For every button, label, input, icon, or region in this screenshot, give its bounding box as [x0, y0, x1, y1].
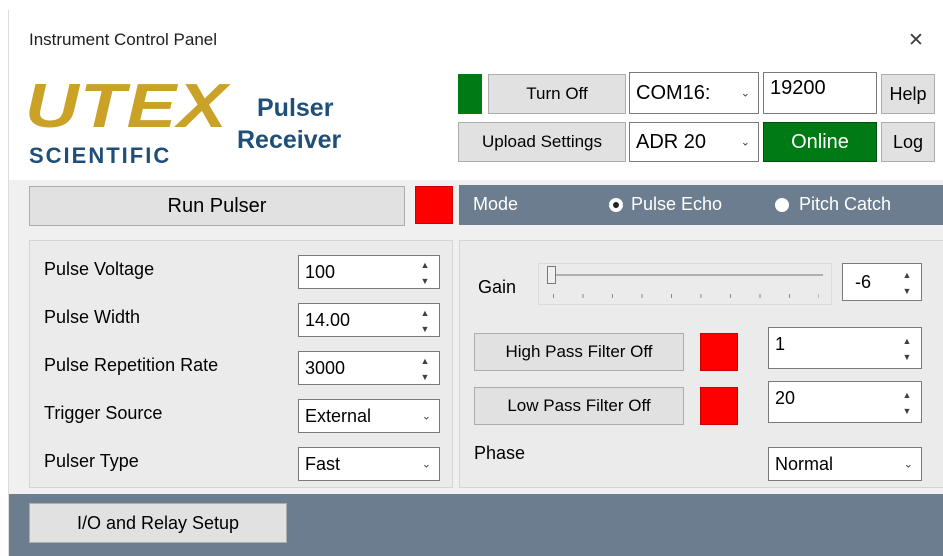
pulse-width-input[interactable]: 14.00 ▲ ▼	[298, 303, 440, 337]
pulser-type-value: Fast	[305, 453, 341, 474]
high-pass-filter-button[interactable]: High Pass Filter Off	[474, 333, 684, 371]
power-indicator	[458, 74, 482, 114]
pulse-width-label: Pulse Width	[44, 307, 141, 327]
pulse-voltage-label: Pulse Voltage	[44, 259, 155, 279]
receiver-settings-panel: Gain -6 ▲ ▼ High Pass Filter Off 1 ▲ ▼ Low…	[459, 240, 943, 488]
log-button[interactable]: Log	[881, 122, 935, 162]
pulse-width-value: 14.00	[305, 309, 351, 330]
help-button[interactable]: Help	[881, 74, 935, 114]
pulser-settings-panel: Pulse Voltage 100 ▲ ▼ Pulse Width 14.00 ▲…	[29, 240, 453, 488]
run-pulser-button[interactable]: Run Pulser	[29, 186, 405, 226]
gain-input[interactable]: -6 ▲ ▼	[842, 263, 922, 301]
high-pass-input[interactable]: 1 ▲ ▼	[768, 327, 922, 369]
pitch-catch-radio[interactable]	[775, 198, 789, 212]
mode-bar: Mode Pulse Echo Pitch Catch	[459, 185, 943, 225]
trigger-source-select[interactable]: External ⌄	[298, 399, 440, 433]
chevron-down-icon: ⌄	[421, 410, 431, 423]
pulser-type-label: Pulser Type	[44, 451, 139, 471]
run-indicator	[415, 186, 453, 224]
phase-select[interactable]: Normal ⌄	[768, 447, 922, 481]
low-pass-indicator	[700, 387, 738, 425]
spin-arrows-icon[interactable]: ▲ ▼	[901, 270, 913, 296]
baud-rate-value: 19200	[770, 77, 826, 99]
pulser-type-select[interactable]: Fast ⌄	[298, 447, 440, 481]
product-title-line1: Pulser	[257, 94, 334, 122]
close-icon[interactable]: ✕	[908, 29, 924, 52]
trigger-source-value: External	[305, 405, 372, 426]
pulse-rep-rate-input[interactable]: 3000 ▲ ▼	[298, 351, 440, 385]
com-port-select[interactable]: COM16: ⌄	[629, 72, 759, 114]
spin-arrows-icon[interactable]: ▲ ▼	[901, 390, 913, 416]
baud-rate-field[interactable]: 19200	[763, 72, 877, 114]
gain-value: -6	[855, 271, 872, 292]
pitch-catch-label[interactable]: Pitch Catch	[799, 194, 891, 215]
trigger-source-label: Trigger Source	[44, 403, 163, 423]
utex-logo: UTEX	[25, 72, 229, 141]
chevron-down-icon: ⌄	[903, 458, 913, 471]
slider-ticks	[553, 294, 819, 298]
product-title-line2: Receiver	[237, 126, 342, 154]
slider-thumb[interactable]	[547, 266, 556, 284]
low-pass-input[interactable]: 20 ▲ ▼	[768, 381, 922, 423]
io-relay-setup-button[interactable]: I/O and Relay Setup	[29, 503, 287, 543]
chevron-down-icon: ⌄	[740, 87, 750, 100]
spin-arrows-icon[interactable]: ▲ ▼	[419, 308, 431, 334]
upload-settings-button[interactable]: Upload Settings	[458, 122, 626, 162]
bottom-bar: I/O and Relay Setup	[9, 494, 943, 556]
gain-label: Gain	[478, 277, 517, 297]
window-title: Instrument Control Panel	[29, 30, 218, 49]
com-port-value: COM16:	[636, 81, 711, 104]
pulse-echo-label[interactable]: Pulse Echo	[631, 194, 722, 215]
online-status-badge: Online	[763, 122, 877, 162]
header: UTEX SCIENTIFIC Pulser Receiver Turn Off…	[9, 68, 943, 180]
pulse-rep-rate-label: Pulse Repetition Rate	[44, 355, 219, 375]
pulse-rep-rate-value: 3000	[305, 357, 346, 378]
pulse-voltage-value: 100	[305, 261, 336, 282]
turn-off-button[interactable]: Turn Off	[488, 74, 626, 114]
instrument-control-window: Instrument Control Panel ✕ UTEX SCIENTIF…	[8, 10, 943, 556]
pulse-echo-radio[interactable]	[609, 198, 623, 212]
high-pass-value: 1	[775, 334, 786, 354]
low-pass-filter-button[interactable]: Low Pass Filter Off	[474, 387, 684, 425]
spin-arrows-icon[interactable]: ▲ ▼	[419, 260, 431, 286]
low-pass-value: 20	[775, 388, 796, 408]
address-select[interactable]: ADR 20 ⌄	[629, 122, 759, 162]
slider-track	[549, 274, 823, 276]
spin-arrows-icon[interactable]: ▲ ▼	[419, 356, 431, 382]
gain-slider[interactable]	[538, 263, 832, 305]
chevron-down-icon: ⌄	[421, 458, 431, 471]
pulse-voltage-input[interactable]: 100 ▲ ▼	[298, 255, 440, 289]
phase-value: Normal	[775, 453, 834, 474]
scientific-logo-text: SCIENTIFIC	[29, 143, 172, 168]
chevron-down-icon: ⌄	[740, 136, 750, 149]
spin-arrows-icon[interactable]: ▲ ▼	[901, 336, 913, 362]
address-value: ADR 20	[636, 130, 707, 153]
title-bar: Instrument Control Panel ✕	[9, 10, 943, 68]
phase-label: Phase	[474, 443, 526, 463]
high-pass-indicator	[700, 333, 738, 371]
mode-label: Mode	[473, 194, 519, 214]
